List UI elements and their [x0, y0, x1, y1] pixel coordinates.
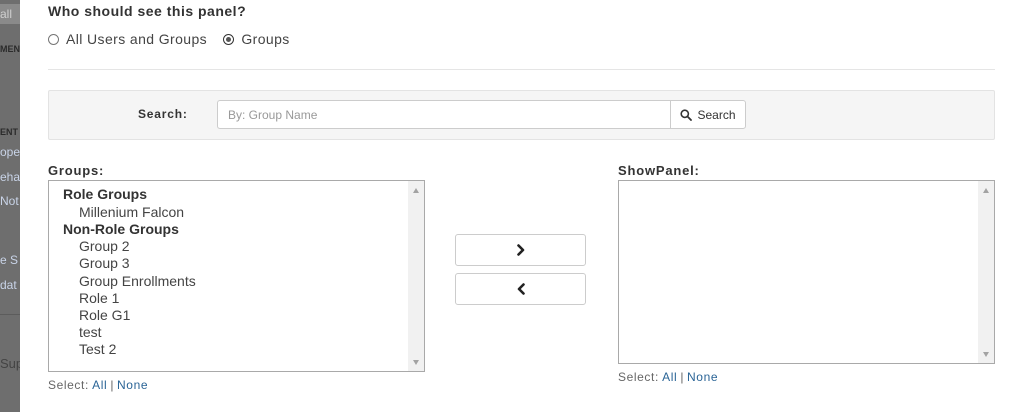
- radio-all-users-and-groups-circle[interactable]: [48, 33, 59, 45]
- background-fragment: e S: [0, 253, 19, 267]
- showpanel-scrollbar[interactable]: [978, 181, 994, 363]
- chevron-left-icon: [517, 283, 525, 295]
- showpanel-select-none-link[interactable]: None: [687, 370, 718, 384]
- background-divider: [0, 314, 20, 315]
- search-icon: [680, 108, 693, 121]
- showpanel-listbox[interactable]: [618, 180, 995, 364]
- background-fragment: dat: [0, 278, 17, 292]
- list-item[interactable]: Group Enrollments: [63, 273, 424, 290]
- groups-select-none-link[interactable]: None: [117, 378, 148, 392]
- list-item[interactable]: Millenium Falcon: [63, 204, 424, 221]
- showpanel-select-separator: |: [680, 370, 685, 384]
- scroll-down-arrow-icon[interactable]: [408, 355, 424, 369]
- background-fragment: MEN: [0, 44, 20, 54]
- search-input[interactable]: [217, 100, 671, 129]
- remove-from-showpanel-button[interactable]: [455, 273, 586, 305]
- showpanel-select-links: Select: All | None: [618, 370, 718, 384]
- background-fragment: ope: [0, 145, 20, 159]
- showpanel-select-all-link[interactable]: All: [662, 370, 677, 384]
- radio-groups[interactable]: Groups: [223, 31, 289, 47]
- section-divider: [48, 69, 995, 70]
- groups-listbox[interactable]: Role Groups Millenium Falcon Non-Role Gr…: [48, 180, 425, 372]
- radio-all-users-and-groups-label: All Users and Groups: [66, 31, 208, 47]
- background-fragment: Not: [0, 194, 19, 208]
- optgroup-non-role-groups: Non-Role Groups: [63, 220, 179, 237]
- scroll-up-arrow-icon[interactable]: [978, 183, 994, 197]
- groups-select-links: Select: All | None: [48, 378, 148, 392]
- list-item[interactable]: Group 2: [63, 238, 424, 255]
- groups-scrollbar[interactable]: [408, 181, 424, 371]
- groups-list-label: Groups:: [48, 163, 105, 178]
- add-to-showpanel-button[interactable]: [455, 234, 586, 266]
- background-tab: all: [0, 4, 20, 24]
- list-item[interactable]: Group 3: [63, 255, 424, 272]
- showpanel-select-prefix: Select:: [618, 370, 659, 384]
- search-button-label: Search: [697, 107, 736, 122]
- scroll-down-arrow-icon[interactable]: [978, 347, 994, 361]
- search-button[interactable]: Search: [670, 100, 746, 129]
- background-fragment: eha: [0, 170, 20, 184]
- background-tab-text: all: [0, 7, 13, 21]
- radio-all-users-and-groups[interactable]: All Users and Groups: [48, 31, 207, 47]
- chevron-right-icon: [516, 244, 524, 256]
- groups-select-separator: |: [110, 378, 115, 392]
- groups-select-all-link[interactable]: All: [92, 378, 107, 392]
- background-page: all MEN ENT ope eha Not e S dat Sup: [0, 0, 20, 412]
- groups-select-prefix: Select:: [48, 378, 89, 392]
- background-fragment: Sup: [0, 356, 20, 371]
- list-item[interactable]: test: [63, 324, 424, 341]
- scroll-up-arrow-icon[interactable]: [408, 183, 424, 197]
- optgroup-role-groups: Role Groups: [63, 186, 148, 202]
- list-item[interactable]: Test 2: [63, 341, 424, 358]
- radio-groups-circle[interactable]: [223, 33, 235, 45]
- visibility-radio-group: All Users and Groups Groups: [48, 31, 302, 48]
- list-item[interactable]: Role 1: [63, 290, 424, 307]
- background-fragment: ENT: [0, 127, 18, 137]
- visibility-title: Who should see this panel?: [48, 3, 247, 19]
- list-item[interactable]: Role G1: [63, 307, 424, 324]
- search-label: Search:: [138, 107, 188, 121]
- panel-visibility-dialog: Who should see this panel? All Users and…: [20, 0, 1021, 412]
- showpanel-list-label: ShowPanel:: [618, 163, 700, 178]
- radio-groups-label: Groups: [241, 31, 290, 47]
- search-bar: Search: Search: [48, 90, 995, 140]
